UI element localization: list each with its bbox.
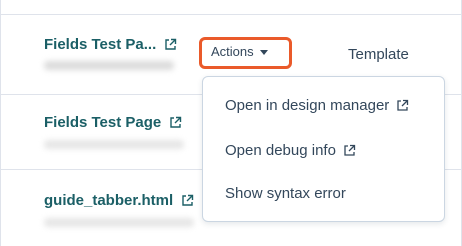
menu-item-open-debug-info[interactable]: Open debug info: [225, 142, 356, 159]
menu-item-open-design-manager[interactable]: Open in design manager: [225, 97, 409, 114]
row-title-label: guide_tabber.html: [44, 192, 174, 209]
external-link-icon[interactable]: [169, 116, 182, 129]
menu-item-label: Show syntax error: [225, 185, 346, 202]
external-link-icon: [343, 144, 356, 157]
redacted-text: [44, 61, 174, 70]
menu-item-label: Open debug info: [225, 142, 336, 159]
actions-button[interactable]: Actions: [211, 44, 268, 59]
external-link-icon: [396, 99, 409, 112]
table-row-title[interactable]: Fields Test Pa...: [44, 36, 177, 53]
caret-down-icon: [259, 49, 268, 55]
row-title-label: Fields Test Page: [44, 114, 162, 131]
redacted-text: [44, 140, 184, 149]
menu-item-label: Open in design manager: [225, 97, 390, 114]
table-row-title[interactable]: guide_tabber.html: [44, 192, 194, 209]
table-row-title[interactable]: Fields Test Page: [44, 114, 182, 131]
row-title-label: Fields Test Pa...: [44, 36, 157, 53]
row-divider: [0, 14, 462, 15]
actions-dropdown-menu: Open in design manager Open debug info S…: [202, 76, 445, 222]
template-column-label: Template: [348, 46, 409, 63]
external-link-icon[interactable]: [164, 38, 177, 51]
redacted-text: [44, 218, 194, 227]
external-link-icon[interactable]: [181, 194, 194, 207]
actions-button-label: Actions: [211, 44, 254, 59]
menu-item-show-syntax-error[interactable]: Show syntax error: [225, 185, 346, 202]
